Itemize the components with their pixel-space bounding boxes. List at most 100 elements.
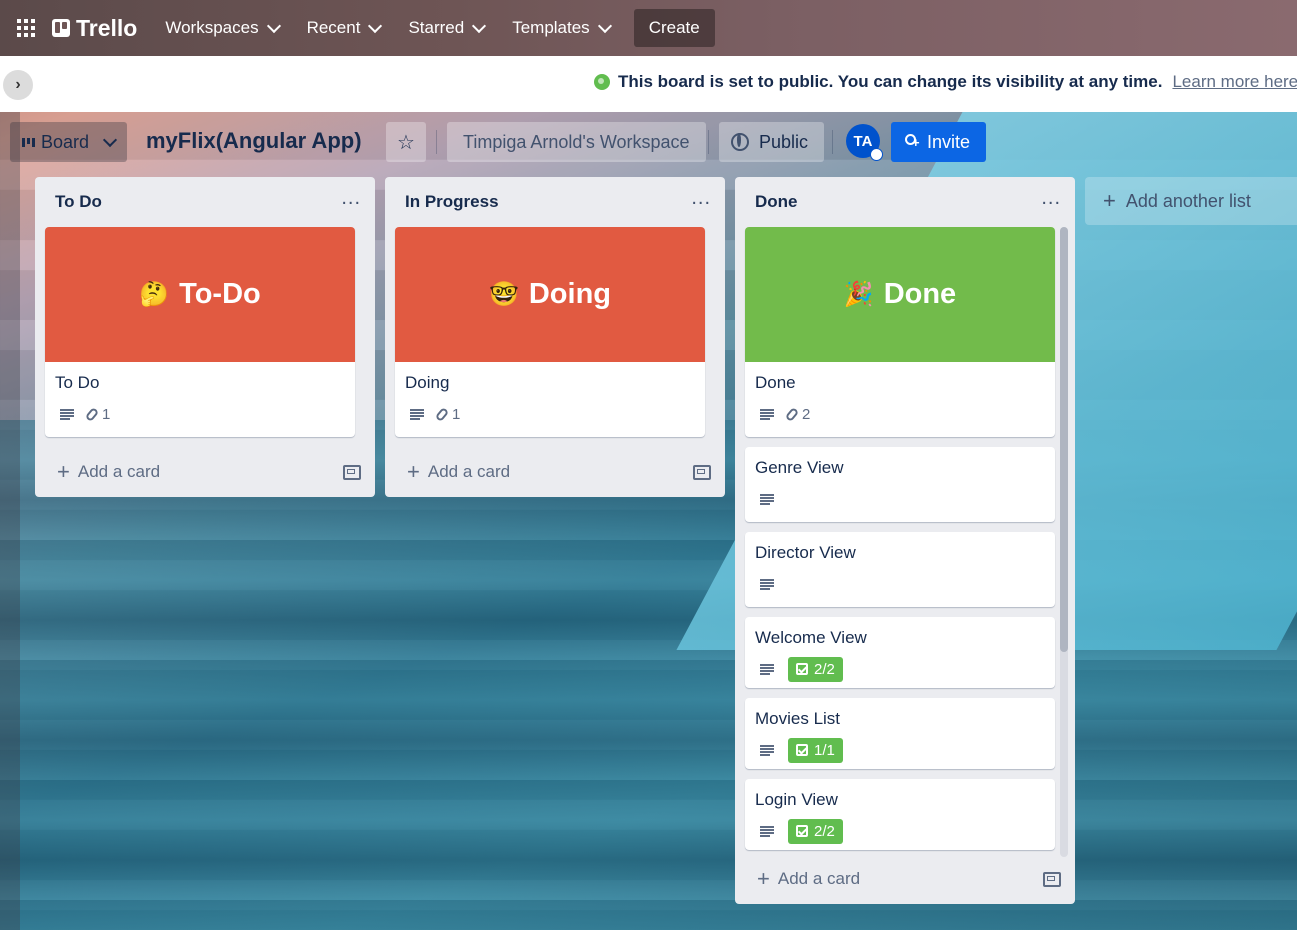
card-body: Login View 2/2: [745, 779, 1055, 850]
star-board-button[interactable]: ☆: [386, 122, 426, 162]
description-icon: [760, 663, 774, 675]
divider: [436, 130, 437, 154]
card-badges: 2/2: [755, 656, 1045, 682]
menu-starred[interactable]: Starred: [394, 10, 498, 46]
card-template-icon[interactable]: [1043, 871, 1061, 887]
attachment-count: 1: [452, 405, 461, 423]
globe-icon: [731, 133, 749, 151]
add-user-icon: [903, 134, 920, 150]
list-header: To Do ...: [35, 177, 375, 227]
add-card-button[interactable]: + Add a card: [407, 461, 510, 483]
menu-recent[interactable]: Recent: [293, 10, 395, 46]
public-board-banner: › This board is set to public. You can c…: [0, 56, 1297, 112]
list-header: In Progress ...: [385, 177, 725, 227]
description-icon: [760, 744, 774, 756]
card-badges: [755, 573, 1045, 595]
checkbox-icon: [796, 825, 808, 837]
card-genre-view[interactable]: Genre View: [745, 447, 1055, 522]
description-icon: [760, 825, 774, 837]
workspace-button[interactable]: Timpiga Arnold's Workspace: [447, 122, 706, 162]
invite-button[interactable]: Invite: [891, 122, 987, 162]
description-icon: [410, 408, 424, 420]
checklist-badge: 2/2: [788, 656, 843, 682]
board-title[interactable]: myFlix(Angular App): [146, 128, 362, 154]
plus-icon: +: [1103, 188, 1116, 213]
card-badges: 1: [405, 403, 695, 425]
list-footer: + Add a card: [35, 447, 375, 497]
list-title[interactable]: Done: [755, 192, 798, 212]
attachment-badge: 2: [784, 405, 811, 423]
description-icon: [60, 408, 74, 420]
card-login-view[interactable]: Login View 2/2: [745, 779, 1055, 850]
paperclip-icon: [84, 406, 100, 422]
add-card-label: Add a card: [777, 869, 861, 888]
board-view-switcher[interactable]: Board: [10, 122, 128, 162]
list-title[interactable]: To Do: [55, 192, 102, 212]
cover-text: To-Do: [179, 278, 261, 310]
card-body: Director View: [745, 532, 1055, 607]
card-body: Doing 1: [395, 362, 705, 437]
plus-icon: +: [757, 866, 770, 891]
card-done[interactable]: 🎉 Done Done 2: [745, 227, 1055, 437]
card-badges: 2/2: [755, 818, 1045, 844]
card-title: Doing: [405, 373, 450, 392]
card-title: Director View: [755, 543, 856, 562]
card-body: Welcome View 2/2: [745, 617, 1055, 688]
scroll-thumb[interactable]: [1060, 227, 1068, 652]
chevron-down-icon: [102, 132, 118, 148]
list-menu-icon[interactable]: ...: [341, 188, 361, 208]
background-left-edge: [0, 112, 20, 930]
chevron-right-icon: ›: [15, 76, 21, 93]
card-director-view[interactable]: Director View: [745, 532, 1055, 607]
add-card-label: Add a card: [427, 462, 511, 481]
checklist-count: 2/2: [814, 660, 835, 678]
divider: [708, 130, 709, 154]
cover-text: Done: [883, 278, 957, 310]
board-view-icon: [22, 137, 35, 147]
plus-icon: +: [407, 459, 420, 484]
trello-logo[interactable]: Trello: [52, 15, 137, 42]
card-doing[interactable]: 🤓 Doing Doing 1: [395, 227, 705, 437]
list-title[interactable]: In Progress: [405, 192, 499, 212]
banner-content: This board is set to public. You can cha…: [594, 72, 1297, 92]
card-template-icon[interactable]: [343, 464, 361, 480]
card-title: Done: [755, 373, 796, 392]
invite-label: Invite: [927, 131, 971, 152]
list-menu-icon[interactable]: ...: [1041, 188, 1061, 208]
card-title: Login View: [755, 790, 838, 809]
visibility-button[interactable]: Public: [719, 122, 825, 162]
checkbox-icon: [796, 744, 808, 756]
add-card-button[interactable]: + Add a card: [57, 461, 160, 483]
description-icon: [760, 408, 774, 420]
party-popper-emoji-icon: 🎉: [843, 281, 874, 308]
card-template-icon[interactable]: [693, 464, 711, 480]
card-movies-list[interactable]: Movies List 1/1: [745, 698, 1055, 769]
create-button[interactable]: Create: [633, 9, 715, 47]
add-list-button[interactable]: + Add another list: [1085, 177, 1297, 225]
thinking-emoji-icon: 🤔: [139, 281, 170, 308]
attachment-count: 2: [802, 405, 811, 423]
add-list-label: Add another list: [1125, 190, 1251, 211]
menu-templates[interactable]: Templates: [498, 10, 623, 46]
banner-text: This board is set to public. You can cha…: [618, 72, 1163, 91]
attachment-count: 1: [102, 405, 111, 423]
card-badges: 2: [755, 403, 1045, 425]
cover-text: Doing: [528, 278, 612, 310]
checklist-badge: 2/2: [788, 818, 843, 844]
list-scrollbar[interactable]: [1060, 227, 1068, 857]
card-body: Done 2: [745, 362, 1055, 437]
menu-label: Workspaces: [165, 18, 259, 37]
avatar[interactable]: TA: [846, 124, 883, 161]
card-to-do[interactable]: 🤔 To-Do To Do 1: [45, 227, 355, 437]
menu-workspaces[interactable]: Workspaces: [151, 10, 292, 46]
star-icon: ☆: [397, 131, 415, 154]
card-body: To Do 1: [45, 362, 355, 437]
list-menu-icon[interactable]: ...: [691, 188, 711, 208]
add-card-button[interactable]: + Add a card: [757, 868, 860, 890]
learn-more-link[interactable]: Learn more here: [1172, 72, 1297, 92]
card-badges: [755, 488, 1045, 510]
sidebar-toggle-button[interactable]: ›: [3, 70, 33, 100]
card-welcome-view[interactable]: Welcome View 2/2: [745, 617, 1055, 688]
app-switcher-icon[interactable]: [17, 19, 35, 37]
list-to-do: To Do ... 🤔 To-Do To Do 1 + Add a card: [35, 177, 375, 497]
